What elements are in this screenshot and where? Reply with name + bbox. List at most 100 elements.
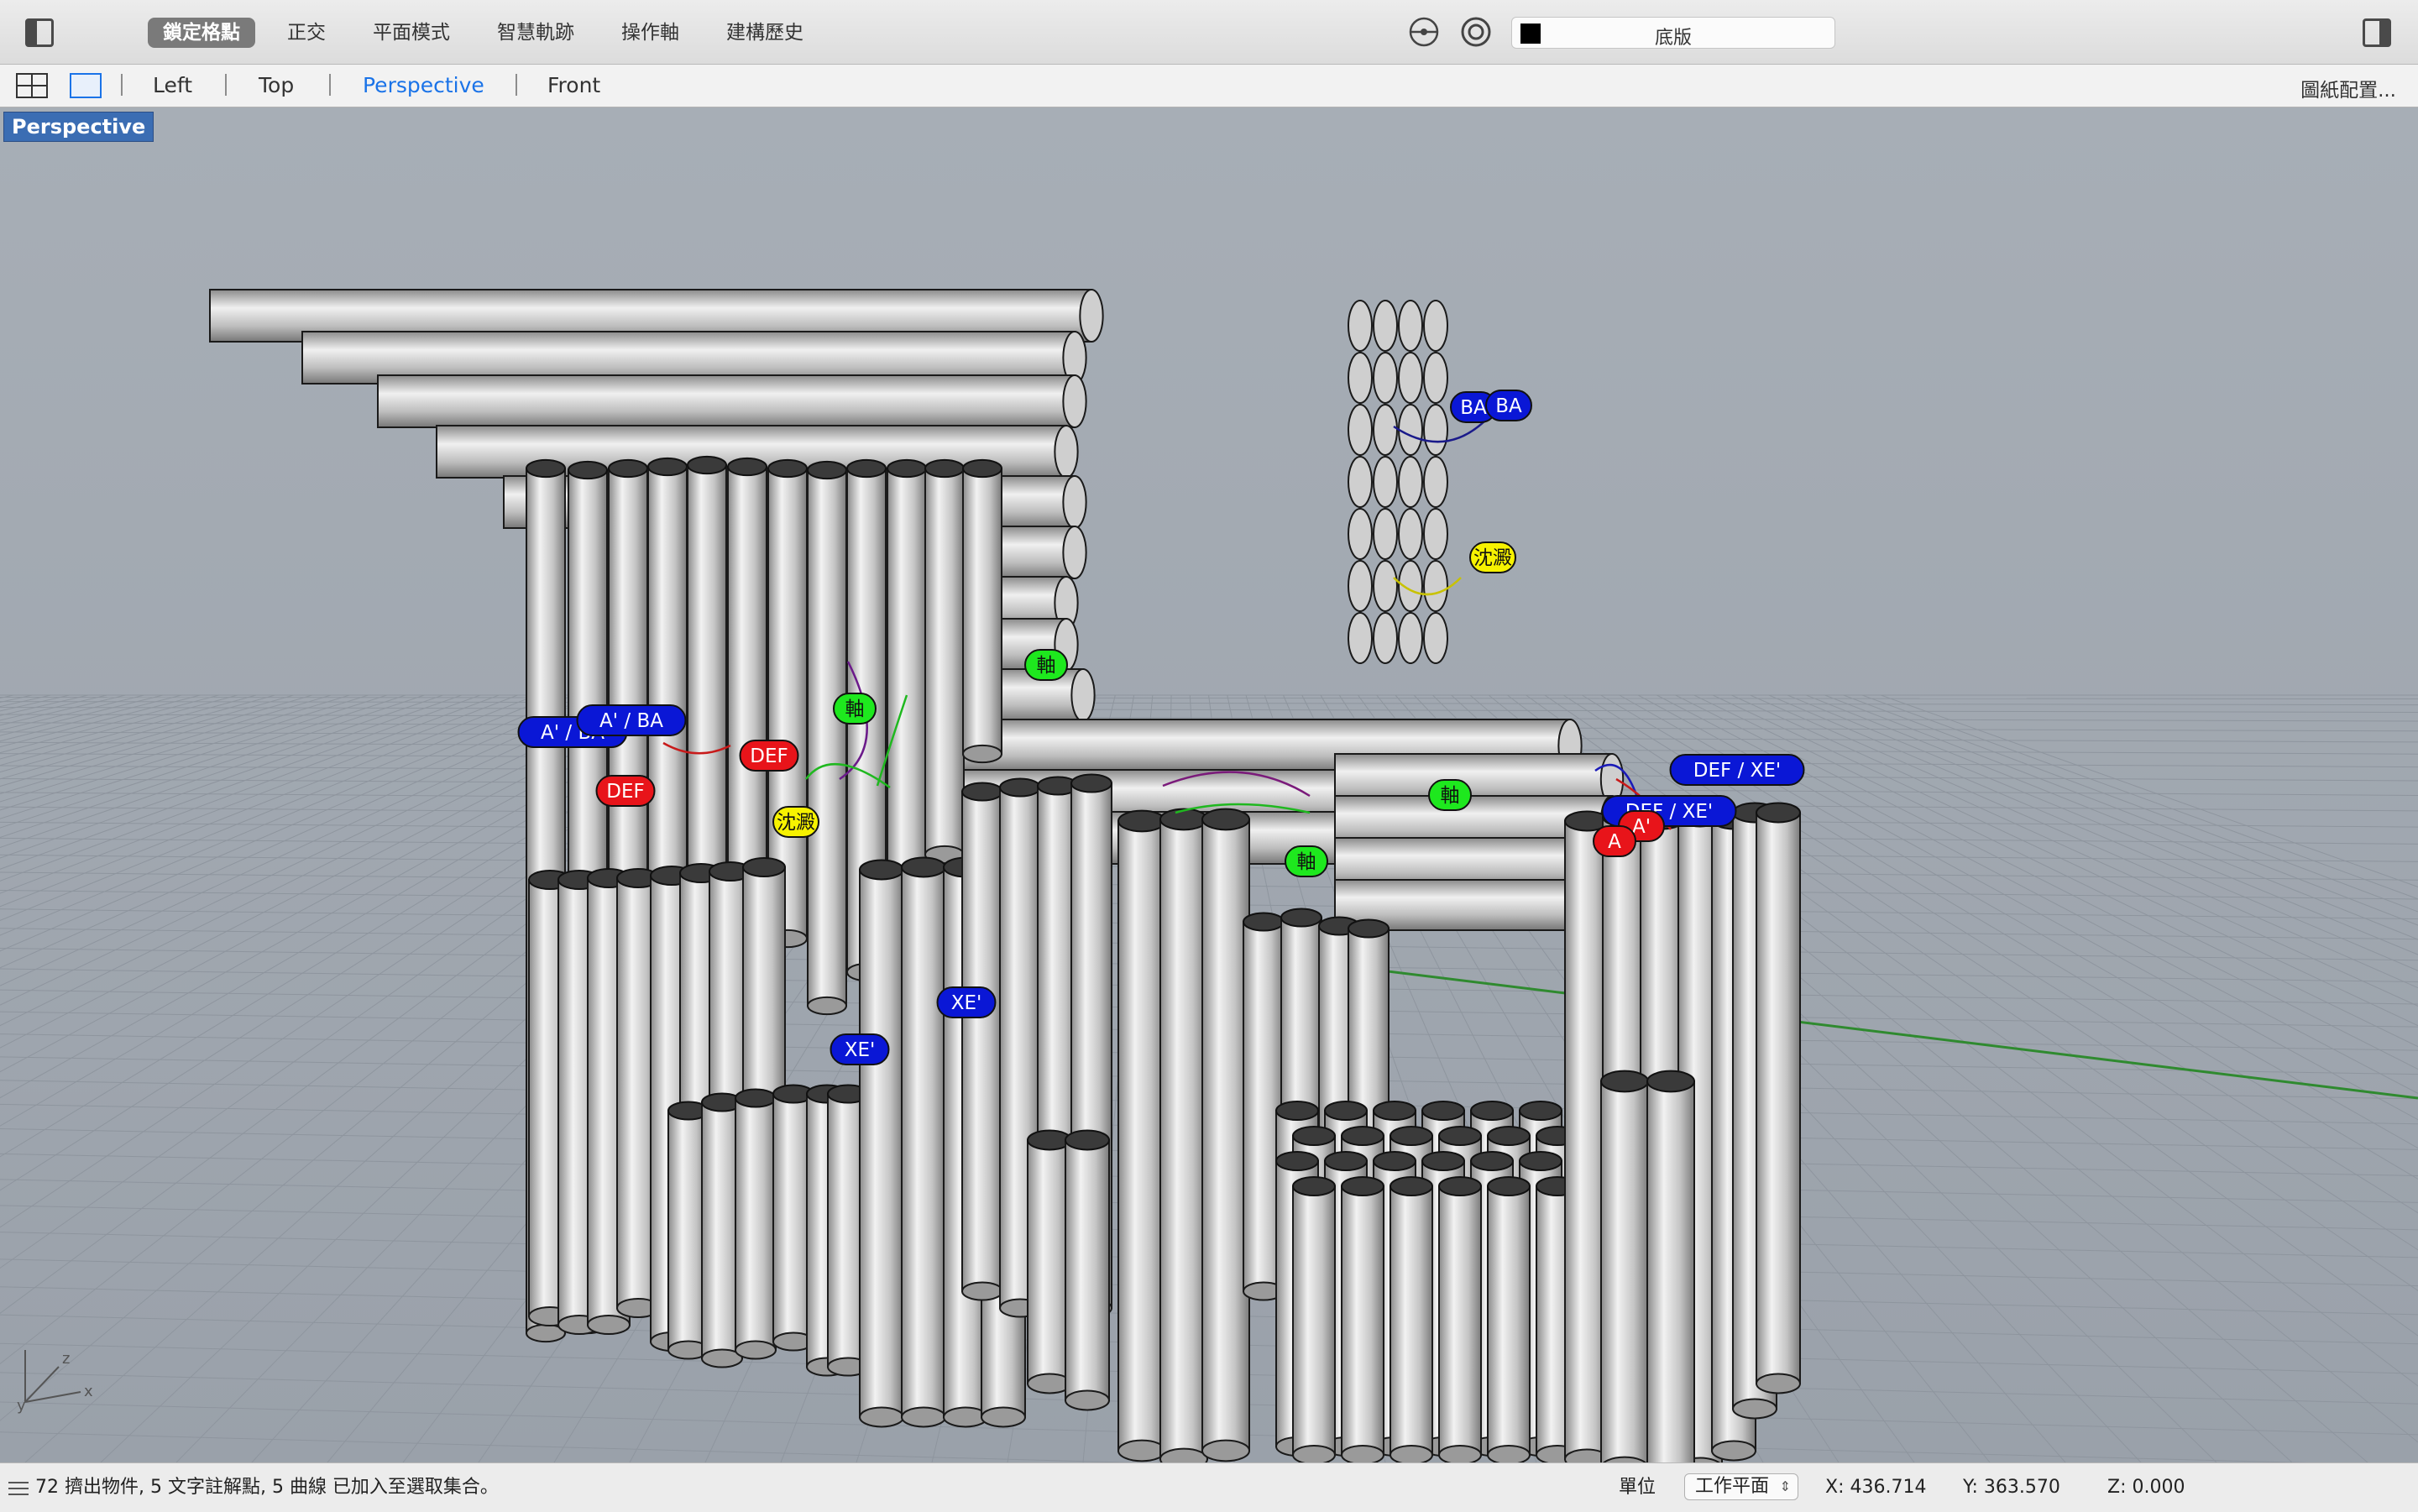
tube-end [1348, 352, 1373, 404]
grid-line [0, 694, 574, 936]
four-viewports-icon[interactable] [15, 72, 49, 99]
tube-base [1732, 1398, 1777, 1420]
tube-end [1373, 560, 1398, 612]
tube-end [1423, 560, 1448, 612]
tube-end [1062, 374, 1087, 428]
perspective-viewport[interactable]: BA BA 沈澱 沈澱軸軸軸軸 A' / BA A' / BA DEF DEF DEF / XE… [0, 107, 2418, 1462]
grid-line [0, 706, 2418, 713]
single-viewport-icon[interactable] [69, 72, 102, 99]
tube-base [1065, 1389, 1110, 1411]
tube-end [1373, 352, 1398, 404]
tube-end [1348, 612, 1373, 664]
tube-base [1390, 1445, 1433, 1462]
tube-cap [1292, 1176, 1336, 1196]
tube-base [807, 996, 847, 1016]
tube-end [1062, 475, 1087, 529]
tag-label: XE' [845, 1039, 876, 1061]
tube-cap [1201, 808, 1250, 831]
tube-cap [647, 457, 688, 477]
tab-separator [329, 74, 331, 96]
axis-indicator: y x z [17, 1350, 93, 1415]
vertical-tube [1159, 819, 1208, 1460]
tube-cap [1646, 1070, 1695, 1093]
planar-mode-toggle[interactable]: 平面模式 [358, 18, 465, 48]
tag-label: DEF [606, 781, 644, 803]
layer-selector[interactable]: 底版 [1511, 17, 1835, 49]
tube-cap [1470, 1151, 1514, 1171]
tube-cap [1275, 1101, 1319, 1121]
tube-cap [961, 782, 1003, 802]
tube-base [1201, 1439, 1250, 1462]
top-toolbar: 鎖定格點 正交 平面模式 智慧軌跡 操作軸 建構歷史 底版 [0, 0, 2418, 65]
tab-perspective[interactable]: Perspective [363, 74, 484, 97]
viewport-title[interactable]: Perspective [3, 112, 154, 142]
grid-line [0, 694, 593, 952]
tab-separator [516, 74, 517, 96]
smart-track-toggle[interactable]: 智慧軌跡 [482, 18, 589, 48]
vertical-tube [1438, 1185, 1482, 1456]
tag-label: DEF / XE' [1693, 760, 1781, 782]
tag-label: 軸 [1441, 785, 1460, 807]
grid-line [0, 694, 612, 969]
annotation-tag-zhou-2: 軸 [833, 693, 877, 725]
tube-cap [1324, 1101, 1368, 1121]
tube-cap [1341, 1176, 1384, 1196]
tag-label: BA [1495, 395, 1522, 417]
vertical-tube [735, 1097, 777, 1351]
gumball-toggle[interactable]: 操作軸 [606, 18, 694, 48]
tab-left[interactable]: Left [153, 74, 192, 97]
command-history-icon[interactable] [7, 1480, 30, 1497]
annotation-tag-def-1: DEF [739, 740, 799, 772]
tube-end [1070, 668, 1096, 722]
ortho-toggle[interactable]: 正交 [272, 18, 341, 48]
tube-cap [1519, 1151, 1562, 1171]
tube-cap [1421, 1151, 1465, 1171]
tube-end [1062, 526, 1087, 579]
unit-select[interactable]: 工作平面 ⇕ [1684, 1473, 1798, 1500]
tube-cap [924, 458, 965, 479]
tube-cap [1390, 1176, 1433, 1196]
layer-name: 底版 [1654, 28, 1692, 49]
tube-cap [1487, 1126, 1531, 1146]
vertical-tube [1117, 820, 1166, 1452]
viewport-tab-bar: Left Top Perspective Front 圖紙配置... [0, 65, 2418, 107]
left-sidebar-toggle-icon[interactable] [25, 18, 54, 47]
osnap-icon[interactable] [1407, 15, 1441, 49]
tag-label: 沈澱 [777, 812, 815, 834]
history-toggle[interactable]: 建構歷史 [711, 18, 819, 48]
right-sidebar-toggle-icon[interactable] [2363, 18, 2391, 47]
tube-end [1348, 560, 1373, 612]
tube-base [859, 1406, 904, 1428]
vertical-tube [859, 869, 904, 1418]
status-message: 72 擠出物件, 5 文字註解點, 5 曲線 已加入至選取集合。 [35, 1477, 499, 1498]
annotation-tag-zhou-1: 軸 [1024, 649, 1068, 681]
tab-front[interactable]: Front [547, 74, 600, 97]
tube-cap [1519, 1101, 1562, 1121]
tube-end [1373, 404, 1398, 456]
tube-cap [1373, 1151, 1416, 1171]
vertical-tube [924, 468, 965, 855]
tag-label: A [1608, 831, 1621, 853]
tube-end [1348, 456, 1373, 508]
grid-line [0, 694, 275, 773]
annotation-tag-zhou-4: 軸 [1285, 845, 1328, 877]
tube-base [587, 1315, 631, 1335]
tab-top[interactable]: Top [259, 74, 294, 97]
vertical-tube [961, 791, 1003, 1292]
tube-end [1348, 300, 1373, 352]
model-scene[interactable]: BA BA沈澱沈澱軸軸軸軸A' / BAA' / BADEFDEFDEF / XE… [0, 107, 2418, 1462]
tube-cap [1470, 1101, 1514, 1121]
tube-cap [742, 857, 786, 877]
tube-cap [727, 457, 767, 477]
tube-base [901, 1406, 946, 1428]
tag-label: 軸 [1297, 851, 1316, 873]
layout-button[interactable]: 圖紙配置... [2300, 74, 2396, 102]
vertical-tube [1646, 1080, 1695, 1462]
snap-to-grid-toggle[interactable]: 鎖定格點 [148, 18, 255, 48]
tube-base [961, 1281, 1003, 1301]
tube-cap [887, 458, 927, 479]
grid-line [0, 694, 126, 726]
tag-label: A' / BA [599, 710, 663, 732]
tube-cap [1438, 1126, 1482, 1146]
target-icon[interactable] [1459, 15, 1493, 49]
